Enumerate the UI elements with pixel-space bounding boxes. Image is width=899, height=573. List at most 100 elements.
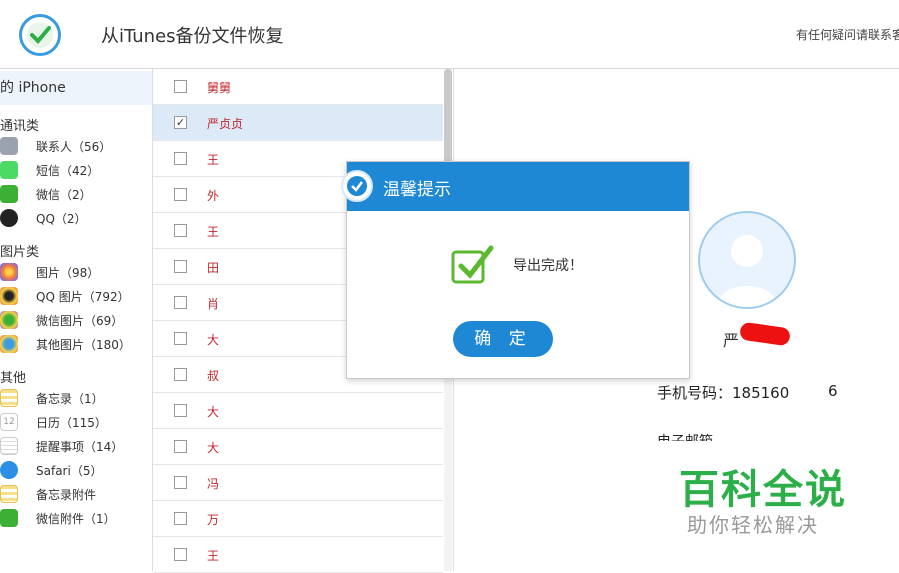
contact-name: 外 xyxy=(207,189,220,203)
sidebar-item-label: QQ（2） xyxy=(36,212,87,226)
contact-name: 王 xyxy=(207,549,220,563)
phone-label: 手机号码：185160 xyxy=(657,384,790,402)
qq-icon xyxy=(0,209,18,227)
checkbox[interactable] xyxy=(174,260,187,273)
contact-name: 肖 xyxy=(207,297,220,311)
category-communication: 通讯类 xyxy=(0,119,40,134)
sidebar-item-contacts[interactable]: 联系人（56） xyxy=(0,135,150,157)
checkbox[interactable] xyxy=(174,476,187,489)
contact-name: 大 xyxy=(207,405,220,419)
contact-name: 王 xyxy=(207,225,220,239)
sidebar-item-label: 备忘录（1） xyxy=(36,392,104,406)
sidebar-item-sms[interactable]: 短信（42） xyxy=(0,159,150,181)
check-icon xyxy=(451,244,495,288)
photos-icon xyxy=(0,263,18,281)
contact-name: 王 xyxy=(207,153,220,167)
sidebar-item-other-photos[interactable]: 其他图片（180） xyxy=(0,333,150,355)
contact-name: 大 xyxy=(207,441,220,455)
notes-icon xyxy=(0,389,18,407)
dialog-title: 温馨提示 xyxy=(383,180,451,200)
avatar xyxy=(698,211,796,309)
sidebar-item-label: 日历（115） xyxy=(36,416,107,430)
list-item[interactable]: 冯 xyxy=(153,465,443,501)
contact-name: 田 xyxy=(207,261,220,275)
sidebar-item-label: 图片（98） xyxy=(36,266,100,280)
app-header: 从iTunes备份文件恢复 有任何疑问请联系客 xyxy=(0,0,899,69)
category-images: 图片类 xyxy=(0,245,40,260)
sidebar-item-reminders[interactable]: 提醒事项（14） xyxy=(0,435,150,457)
contact-detail-name: 严 xyxy=(723,331,740,350)
checkbox[interactable] xyxy=(174,296,187,309)
sidebar-item-wechat-attachments[interactable]: 微信附件（1） xyxy=(0,507,150,529)
sidebar-item-photos[interactable]: 图片（98） xyxy=(0,261,150,283)
watermark-subtitle: 助你轻松解决 xyxy=(687,513,819,537)
sidebar-item-calendar[interactable]: 12 日历（115） xyxy=(0,411,150,433)
calendar-icon: 12 xyxy=(0,413,18,431)
checkbox[interactable] xyxy=(174,332,187,345)
safari-icon xyxy=(0,461,18,479)
list-item[interactable]: 王 xyxy=(153,537,443,573)
contact-name: 舅舅 xyxy=(207,81,232,95)
checkbox[interactable] xyxy=(174,188,187,201)
dialog-message: 导出完成！ xyxy=(513,258,583,274)
checkbox[interactable] xyxy=(174,224,187,237)
checkbox[interactable] xyxy=(174,368,187,381)
phone-number: 手机号码：185160 6 xyxy=(657,382,838,403)
list-item[interactable]: 舅舅 xyxy=(153,69,443,105)
contact-name: 严贞贞 xyxy=(207,117,244,131)
sidebar-item-label: 联系人（56） xyxy=(36,140,112,154)
list-item[interactable]: ✓ 严贞贞 xyxy=(153,105,443,141)
category-other: 其他 xyxy=(0,371,27,386)
device-item[interactable]: 的 iPhone xyxy=(0,71,152,105)
contact-name: 大 xyxy=(207,333,220,347)
sidebar: 的 iPhone 通讯类 联系人（56） 短信（42） 微信（2） QQ（2） … xyxy=(0,69,152,571)
sidebar-item-label: 备忘录附件 xyxy=(36,488,97,502)
sidebar-item-notes-attachments[interactable]: 备忘录附件 xyxy=(0,483,150,505)
watermark-title: 百科全说 xyxy=(679,467,847,513)
contact-name: 叔 xyxy=(207,369,220,383)
device-label: 的 iPhone xyxy=(0,80,66,96)
help-link[interactable]: 有任何疑问请联系客 xyxy=(796,26,899,43)
export-complete-dialog: 温馨提示 导出完成！ 确 定 xyxy=(341,161,690,379)
other-photos-icon xyxy=(0,335,18,353)
list-item[interactable]: 大 xyxy=(153,429,443,465)
qq-photos-icon xyxy=(0,287,18,305)
app-title: 从iTunes备份文件恢复 xyxy=(101,26,284,47)
notes-attachment-icon xyxy=(0,485,18,503)
sidebar-item-label: 其他图片（180） xyxy=(36,338,131,352)
checkbox[interactable] xyxy=(174,152,187,165)
shield-icon xyxy=(341,170,373,202)
wechat-icon xyxy=(0,185,18,203)
sidebar-item-qq-photos[interactable]: QQ 图片（792） xyxy=(0,285,150,307)
sidebar-item-wechat-photos[interactable]: 微信图片（69） xyxy=(0,309,150,331)
sidebar-item-label: 微信附件（1） xyxy=(36,512,116,526)
phone-tail: 6 xyxy=(828,382,838,400)
checkbox[interactable] xyxy=(174,512,187,525)
checkbox[interactable] xyxy=(174,404,187,417)
email-label: 电子邮箱 xyxy=(657,431,713,441)
wechat-attachment-icon xyxy=(0,509,18,527)
sidebar-item-wechat[interactable]: 微信（2） xyxy=(0,183,150,205)
sidebar-item-label: 短信（42） xyxy=(36,164,100,178)
sidebar-item-qq[interactable]: QQ（2） xyxy=(0,207,150,229)
sidebar-item-safari[interactable]: Safari（5） xyxy=(0,459,150,481)
sidebar-item-label: 提醒事项（14） xyxy=(36,440,124,454)
reminders-icon xyxy=(0,437,18,455)
sidebar-item-label: QQ 图片（792） xyxy=(36,290,130,304)
checkbox[interactable] xyxy=(174,440,187,453)
checkbox[interactable] xyxy=(174,80,187,93)
sidebar-item-notes[interactable]: 备忘录（1） xyxy=(0,387,150,409)
checkbox[interactable] xyxy=(174,548,187,561)
sidebar-item-label: Safari（5） xyxy=(36,464,103,478)
sidebar-item-label: 微信（2） xyxy=(36,188,92,202)
ok-button[interactable]: 确 定 xyxy=(453,321,553,357)
checkbox[interactable]: ✓ xyxy=(174,116,187,129)
app-logo-icon xyxy=(19,14,61,56)
list-item[interactable]: 万 xyxy=(153,501,443,537)
contact-name: 万 xyxy=(207,513,220,527)
contact-name: 冯 xyxy=(207,477,220,491)
redaction-mark xyxy=(738,321,792,347)
list-item[interactable]: 大 xyxy=(153,393,443,429)
wechat-photos-icon xyxy=(0,311,18,329)
dialog-header: 温馨提示 xyxy=(341,162,689,211)
